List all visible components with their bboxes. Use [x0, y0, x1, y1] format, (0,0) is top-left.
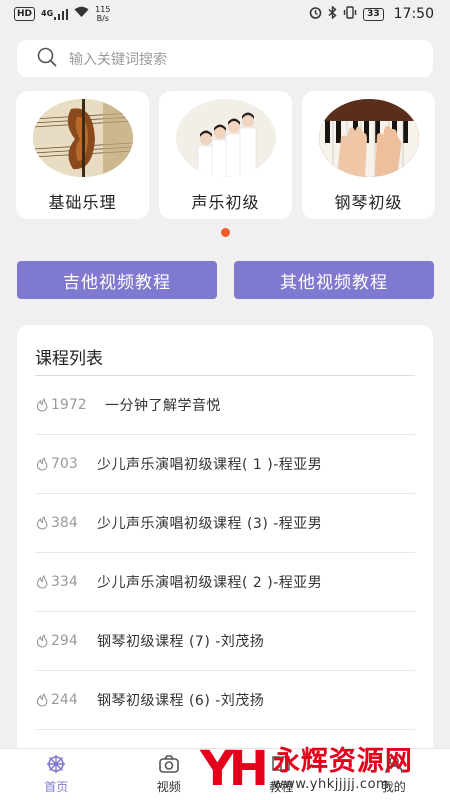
course-list-title: 课程列表 [35, 325, 415, 376]
view-count: 244 [35, 692, 97, 708]
alarm-icon [309, 6, 322, 23]
other-video-button[interactable]: 其他视频教程 [234, 261, 434, 299]
battery-indicator: 33 [363, 7, 384, 21]
watermark-url: www.yhkjjjjj.com [272, 776, 390, 792]
course-list: 课程列表 1972 一分钟了解学音悦 703 少儿声乐演唱初级课程( 1 )-程… [17, 325, 433, 755]
tab-home[interactable]: 首页 [0, 749, 113, 800]
clock: 17:50 [393, 6, 434, 22]
course-name: 钢琴初级课程 (7) -刘茂扬 [97, 634, 265, 650]
view-count: 1972 [35, 397, 97, 413]
category-card-vocal[interactable]: 声乐初级 [159, 91, 292, 219]
camera-icon [158, 755, 179, 773]
category-label: 声乐初级 [191, 193, 260, 212]
signal-type: 4G [41, 8, 54, 18]
tab-label: 首页 [44, 780, 69, 794]
course-name: 少儿声乐演唱初级课程( 2 )-程亚男 [97, 575, 323, 591]
status-bar: HD 4G 115 B/s 33 17:50 [0, 0, 450, 28]
flame-icon [36, 516, 48, 530]
wifi-icon [74, 6, 89, 22]
net-speed: 115 B/s [95, 5, 111, 23]
search-icon [37, 47, 57, 71]
search-input[interactable]: 输入关键词搜索 [17, 40, 433, 77]
course-name: 钢琴初级课程 (6) -刘茂扬 [97, 693, 265, 709]
course-name: 少儿声乐演唱初级课程 (3) -程亚男 [97, 516, 323, 532]
hd-indicator: HD [14, 7, 36, 21]
signal-icon: 4G [41, 8, 69, 20]
course-item[interactable]: 334 少儿声乐演唱初级课程( 2 )-程亚男 [35, 553, 415, 612]
sheet-music-image [32, 99, 133, 177]
flame-icon [36, 457, 48, 471]
course-item[interactable]: 384 少儿声乐演唱初级课程 (3) -程亚男 [35, 494, 415, 553]
flame-icon [36, 634, 48, 648]
flame-icon [36, 693, 48, 707]
course-item[interactable]: 1972 一分钟了解学音悦 [35, 376, 415, 435]
category-card-music-theory[interactable]: 基础乐理 [16, 91, 149, 219]
guitar-video-button[interactable]: 吉他视频教程 [17, 261, 217, 299]
carousel-indicator [221, 228, 230, 237]
view-count: 703 [35, 456, 97, 472]
watermark: YH 永辉资源网 www.yhkjjjjj.com [200, 738, 440, 800]
tab-label: 视频 [156, 780, 181, 794]
view-count: 294 [35, 633, 97, 649]
hands-on-piano-image [318, 99, 419, 177]
carousel-dot-active [221, 228, 230, 237]
category-card-piano[interactable]: 钢琴初级 [302, 91, 435, 219]
view-count: 334 [35, 574, 97, 590]
bluetooth-icon [328, 5, 337, 23]
course-item[interactable]: 294 钢琴初级课程 (7) -刘茂扬 [35, 612, 415, 671]
view-count: 384 [35, 515, 97, 531]
flame-icon [36, 575, 48, 589]
category-label: 钢琴初级 [334, 193, 403, 212]
category-label: 基础乐理 [48, 193, 117, 212]
children-choir-image [175, 99, 276, 177]
home-wheel-icon [47, 755, 66, 773]
course-item[interactable]: 703 少儿声乐演唱初级课程( 1 )-程亚男 [35, 435, 415, 494]
flame-icon [36, 398, 48, 412]
watermark-logo: YH [200, 741, 269, 797]
watermark-title: 永辉资源网 [272, 745, 413, 777]
search-placeholder: 输入关键词搜索 [69, 51, 167, 68]
course-item[interactable]: 244 钢琴初级课程 (6) -刘茂扬 [35, 671, 415, 730]
vibrate-icon [343, 5, 357, 23]
course-name: 一分钟了解学音悦 [105, 398, 221, 414]
course-name: 少儿声乐演唱初级课程( 1 )-程亚男 [97, 457, 323, 473]
